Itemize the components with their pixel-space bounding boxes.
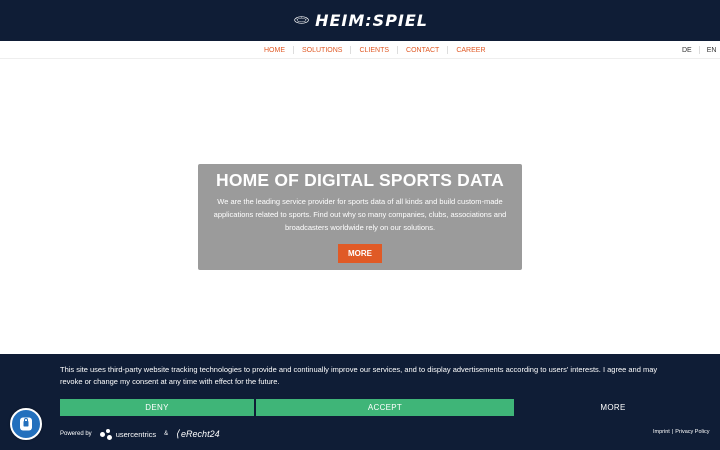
legal-separator: | <box>671 429 674 435</box>
menu-divider <box>447 46 449 54</box>
erecht24-icon: ⟨ <box>176 428 181 440</box>
nav-home[interactable]: HOME <box>264 47 285 54</box>
deny-button[interactable]: DENY <box>60 399 254 416</box>
nav-solutions[interactable]: SOLUTIONS <box>302 47 342 54</box>
consent-line: This site uses third-party website track… <box>60 365 658 374</box>
consent-line: revoke or change my consent at any time … <box>60 377 280 386</box>
erecht24-text: eRecht24 <box>181 429 220 439</box>
menu: HOME SOLUTIONS CLIENTS CONTACT CAREER <box>264 46 486 54</box>
menu-divider <box>293 46 294 54</box>
stadium-icon <box>294 16 309 24</box>
consent-settings-icon <box>20 417 32 431</box>
logo[interactable]: HEIM:SPIEL <box>294 8 428 32</box>
usercentrics-logo[interactable]: usercentrics <box>99 428 157 440</box>
consent-banner: This site uses third-party website track… <box>0 354 720 450</box>
site-header: HEIM:SPIEL <box>0 0 720 41</box>
usercentrics-text: usercentrics <box>115 429 157 439</box>
erecht24-logo[interactable]: ⟨ eRecht24 <box>176 429 219 440</box>
nav-career[interactable]: CAREER <box>456 47 485 54</box>
hero-line: broadcasters worldwide rely on our solut… <box>284 223 436 232</box>
imprint-link[interactable]: Imprint <box>653 429 670 435</box>
consent-text: This site uses third-party website track… <box>60 364 710 388</box>
privacy-policy-link[interactable]: Privacy Policy <box>675 429 709 435</box>
main-navigation: HOME SOLUTIONS CLIENTS CONTACT CAREER DE… <box>0 41 720 59</box>
hero-line: applications related to sports. Find out… <box>213 210 507 219</box>
hero-description: We are the leading service provider for … <box>206 195 514 234</box>
menu-divider <box>397 46 399 54</box>
nav-clients[interactable]: CLIENTS <box>359 47 389 54</box>
consent-settings-button[interactable] <box>10 408 42 440</box>
menu-divider <box>350 46 352 54</box>
nav-contact[interactable]: CONTACT <box>406 47 439 54</box>
lang-divider <box>698 46 700 54</box>
consent-more-button[interactable]: MORE <box>516 399 710 416</box>
powered-by-label: Powered by <box>60 431 92 437</box>
hero-line: We are the leading service provider for … <box>217 197 503 206</box>
language-switcher: DE EN <box>682 46 716 54</box>
hero-title: HOME OF DIGITAL SPORTS DATA <box>216 170 504 190</box>
more-button[interactable]: MORE <box>338 244 382 263</box>
usercentrics-icon <box>99 428 114 440</box>
accept-button[interactable]: ACCEPT <box>256 399 514 416</box>
lang-en[interactable]: EN <box>707 47 717 54</box>
ampersand: & <box>164 431 169 437</box>
logo-text: HEIM:SPIEL <box>315 10 428 30</box>
legal-links: Imprint | Privacy Policy <box>653 429 709 435</box>
hero-box: HOME OF DIGITAL SPORTS DATA We are the l… <box>198 164 522 270</box>
lang-de[interactable]: DE <box>682 47 692 54</box>
powered-by: Powered by usercentrics & ⟨ eRecht24 <box>60 428 220 440</box>
